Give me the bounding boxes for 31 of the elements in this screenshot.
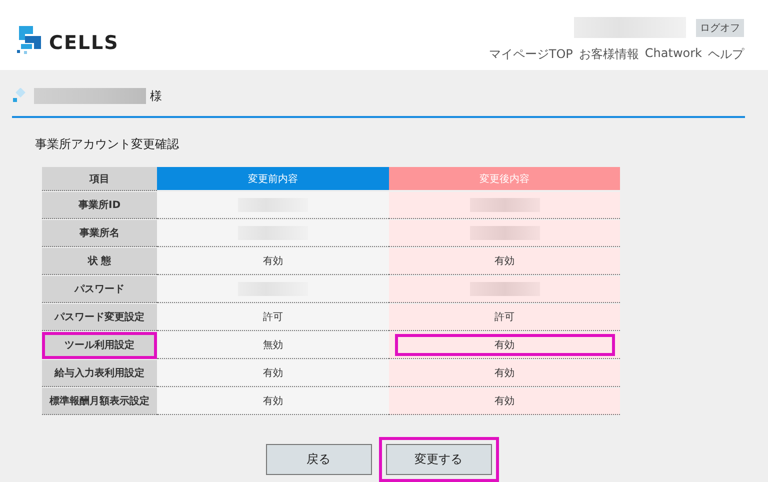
nav-link[interactable]: Chatwork — [644, 46, 702, 63]
column-header: 項目 — [42, 167, 157, 191]
row-label: 標準報酬月額表示設定 — [42, 388, 157, 415]
value-text: 有効 — [263, 254, 283, 268]
row-label: 事業所ID — [42, 192, 157, 219]
nav-link[interactable]: ヘルプ — [708, 46, 744, 63]
value-text: 無効 — [263, 338, 283, 352]
column-header: 変更後内容 — [389, 167, 620, 190]
value-text: 有効 — [494, 394, 514, 408]
row-label: 事業所名 — [42, 220, 157, 247]
page-title: 事業所アカウント変更確認 — [35, 136, 180, 153]
nav-link[interactable]: マイページTOP — [488, 46, 573, 63]
logo-text: CELLS — [49, 32, 119, 54]
value-text: 許可 — [263, 310, 283, 324]
row-label: 状 態 — [42, 248, 157, 275]
diamond-icon — [12, 88, 26, 104]
row-label: パスワード変更設定 — [42, 304, 157, 331]
value-text: 有効 — [494, 254, 514, 268]
logoff-button[interactable]: ログオフ — [696, 18, 744, 36]
nav-link[interactable]: お客様情報 — [578, 46, 639, 63]
value-text: 有効 — [494, 366, 514, 380]
honorific-text: 様 — [150, 88, 162, 104]
action-button[interactable]: 変更する — [378, 437, 498, 482]
value-text: 有効 — [394, 334, 614, 356]
value-text: 有効 — [263, 394, 283, 408]
column-header: 変更前内容 — [157, 167, 389, 190]
value-text: 有効 — [263, 366, 283, 380]
value-text: 許可 — [494, 310, 514, 324]
row-label: パスワード — [42, 276, 157, 303]
row-label: 給与入力表利用設定 — [42, 360, 157, 387]
row-label: ツール利用設定 — [42, 332, 157, 359]
